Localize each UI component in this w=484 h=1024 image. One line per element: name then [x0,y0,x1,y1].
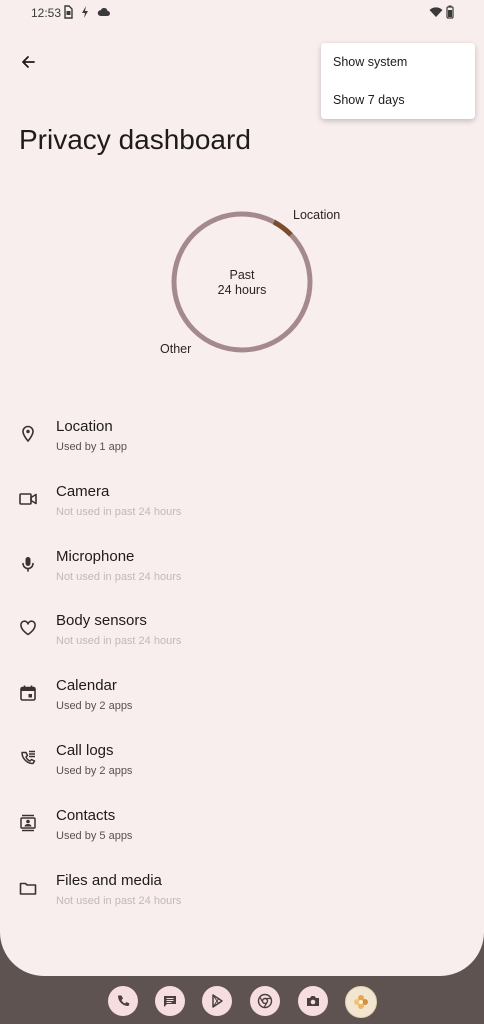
permission-item-body-sensors[interactable]: Body sensors Not used in past 24 hours [0,604,484,669]
permission-subtitle: Used by 1 app [56,441,127,453]
arrow-back-icon [22,56,35,68]
permission-item-camera[interactable]: Camera Not used in past 24 hours [0,475,484,540]
permission-item-contacts[interactable]: Contacts Used by 5 apps [0,799,484,864]
permission-list: Location Used by 1 app Camera Not used i… [0,410,484,928]
permission-title: Microphone [56,547,135,565]
calendar-icon [20,685,36,701]
donut-label-other: Other [160,342,192,356]
photos-icon [354,995,368,1009]
call-log-icon [21,750,36,765]
permission-title: Call logs [56,741,114,759]
permission-item-files-and-media[interactable]: Files and media Not used in past 24 hour… [0,864,484,929]
battery-icon [446,5,454,19]
screen: 12:53 Privacy dashboard Past 24 hours Lo… [0,0,484,976]
permission-title: Body sensors [56,612,147,630]
page-title: Privacy dashboard [19,124,251,155]
permission-item-location[interactable]: Location Used by 1 app [0,410,484,475]
app-dock [0,976,484,1024]
contacts-icon [20,814,36,832]
donut-segment-location [272,219,293,237]
menu-item-show-7-days[interactable]: Show 7 days [333,93,405,107]
status-bar: 12:53 [0,0,484,26]
flash-icon [82,6,88,18]
permission-title: Calendar [56,677,117,695]
permission-subtitle: Used by 5 apps [56,829,133,842]
dock-app-messages[interactable] [155,986,185,1016]
camera-app-icon [307,996,319,1006]
status-time: 12:53 [31,6,62,20]
overflow-menu: Show system Show 7 days [321,43,475,119]
play-store-icon [212,994,223,1008]
wifi-icon [429,7,443,17]
back-button[interactable] [14,48,42,76]
permission-title: Contacts [56,806,116,824]
dock-app-camera[interactable] [298,986,328,1016]
cloud-icon [97,8,110,16]
phone-icon [118,995,130,1006]
folder-icon [19,882,37,895]
heart-icon [20,620,36,636]
menu-item-show-system[interactable]: Show system [333,55,407,69]
camera-icon [19,492,37,505]
chrome-icon [257,993,273,1009]
permission-title: Camera [56,482,110,500]
permission-subtitle: Used by 2 apps [56,700,133,713]
permission-item-calendar[interactable]: Calendar Used by 2 apps [0,669,484,734]
dock-app-photos[interactable] [345,986,377,1018]
permission-title: Files and media [56,871,162,889]
permission-item-call-logs[interactable]: Call logs Used by 2 apps [0,734,484,799]
permission-item-microphone[interactable]: Microphone Not used in past 24 hours [0,540,484,605]
permission-subtitle: Not used in past 24 hours [56,570,182,583]
location-pin-icon [22,425,34,443]
permission-subtitle: Used by 2 apps [56,764,133,777]
permission-subtitle: Not used in past 24 hours [56,894,182,907]
permission-subtitle: Not used in past 24 hours [56,635,182,648]
microphone-icon [22,556,34,572]
dock-app-phone[interactable] [108,986,138,1016]
dock-app-chrome[interactable] [250,986,280,1016]
dock-app-play-store[interactable] [202,986,232,1016]
donut-center-label: Past 24 hours [192,268,292,298]
permission-subtitle: Not used in past 24 hours [56,505,182,518]
sim-icon [64,5,73,19]
messages-icon [164,996,176,1007]
donut-label-location: Location [293,208,341,222]
permission-title: Location [56,418,113,435]
donut-center-line2: 24 hours [217,283,267,297]
donut-center-line1: Past [229,268,255,282]
